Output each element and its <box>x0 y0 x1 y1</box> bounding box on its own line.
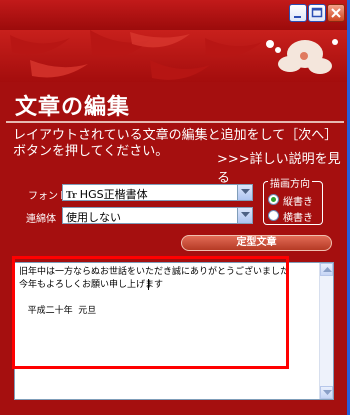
message-text[interactable]: 旧年中は一方ならぬお世話をいただき誠にありがとうございました 今年もよろしくお願… <box>19 266 319 318</box>
message-editor[interactable]: 旧年中は一方ならぬお世話をいただき誠にありがとうございました 今年もよろしくお願… <box>14 262 334 400</box>
minimize-icon <box>294 16 301 18</box>
template-text-button[interactable]: 定型文章 <box>181 235 332 251</box>
radio-horizontal-label: 横書き <box>283 213 313 224</box>
close-button[interactable] <box>327 4 345 22</box>
chevron-down-icon <box>241 189 250 194</box>
decorative-banner <box>0 30 347 82</box>
maximize-button[interactable] <box>308 4 326 22</box>
combine-select[interactable]: 使用しない <box>62 207 253 224</box>
vertical-scrollbar[interactable] <box>319 263 333 399</box>
title-divider <box>6 121 344 123</box>
font-dropdown-button[interactable] <box>237 185 252 200</box>
chevron-up-icon <box>323 267 332 272</box>
scroll-up-button[interactable] <box>320 263 333 276</box>
scroll-down-button[interactable] <box>320 386 333 399</box>
combine-select-value: 使用しない <box>66 211 121 224</box>
maximize-icon <box>311 7 323 18</box>
combine-label: 連綿体 <box>26 214 56 225</box>
page-title: 文章の編集 <box>15 95 131 120</box>
chevron-down-icon <box>241 212 250 217</box>
wizard-window: 文章の編集 レイアウトされている文章の編集と追加をして［次へ］ボタンを押してくだ… <box>0 0 350 415</box>
direction-legend: 描画方向 <box>268 175 312 190</box>
title-bar <box>0 0 347 30</box>
font-select-value: HGS正楷書体 <box>79 188 148 201</box>
bamboo-pattern-icon <box>10 30 338 80</box>
font-select[interactable]: Tr HGS正楷書体 <box>62 184 253 201</box>
minimize-button[interactable] <box>289 4 307 22</box>
close-icon <box>331 8 341 18</box>
radio-vertical-label: 縦書き <box>283 197 313 208</box>
chevron-down-icon <box>323 390 332 395</box>
text-caret <box>148 279 149 290</box>
combine-dropdown-button[interactable] <box>237 208 252 223</box>
truetype-icon: Tr <box>66 191 77 201</box>
radio-button-selected[interactable] <box>268 194 279 205</box>
radio-button[interactable] <box>268 210 279 221</box>
